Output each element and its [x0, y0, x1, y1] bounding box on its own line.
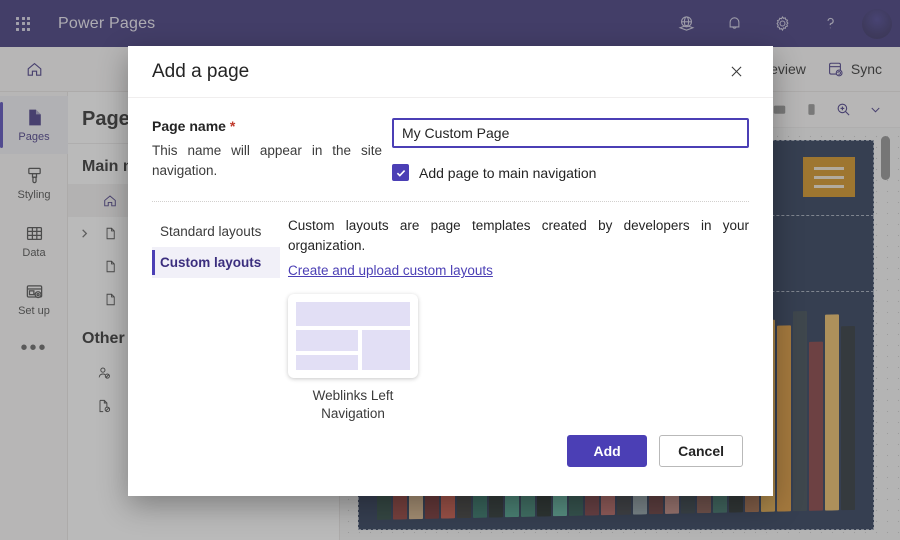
add-to-navigation-label: Add page to main navigation	[419, 164, 597, 181]
layout-card-weblinks-left-navigation[interactable]: Weblinks Left Navigation	[288, 294, 418, 423]
add-page-dialog: Add a page Page name * This name will ap…	[128, 46, 773, 496]
page-name-help-text: This name will appear in the site naviga…	[152, 143, 382, 178]
create-upload-custom-layouts-link[interactable]: Create and upload custom layouts	[288, 263, 493, 278]
close-icon[interactable]	[721, 57, 751, 87]
required-mark: *	[229, 118, 236, 134]
layout-thumbnail-icon	[288, 294, 418, 378]
layout-description: Custom layouts are page templates create…	[288, 218, 749, 253]
page-name-label: Page name *	[152, 118, 382, 134]
layout-card-list: Weblinks Left Navigation	[288, 294, 749, 423]
page-name-label-text: Page name	[152, 118, 226, 134]
dialog-header: Add a page	[128, 46, 773, 98]
page-name-field-group: Add page to main navigation	[392, 118, 749, 181]
page-name-input[interactable]	[392, 118, 749, 148]
add-button[interactable]: Add	[567, 435, 648, 467]
dialog-title: Add a page	[152, 60, 250, 82]
dialog-footer: Add Cancel	[128, 424, 773, 496]
cancel-button[interactable]: Cancel	[659, 435, 743, 467]
page-name-row: Page name * This name will appear in the…	[152, 118, 749, 181]
add-to-navigation-checkbox[interactable]	[392, 164, 409, 181]
dialog-body: Page name * This name will appear in the…	[128, 98, 773, 424]
page-name-label-group: Page name * This name will appear in the…	[152, 118, 392, 181]
app-root: Power Pages review Sync Pages Styling Da…	[0, 0, 900, 540]
layout-tabs: Standard layouts Custom layouts	[152, 216, 280, 423]
tab-custom-layouts[interactable]: Custom layouts	[152, 247, 280, 278]
layout-card-label: Weblinks Left Navigation	[312, 388, 394, 421]
add-to-navigation-checkbox-row[interactable]: Add page to main navigation	[392, 164, 749, 181]
layout-pane: Custom layouts are page templates create…	[280, 216, 749, 423]
layouts-section: Standard layouts Custom layouts Custom l…	[152, 216, 749, 423]
section-divider	[152, 201, 749, 202]
tab-standard-layouts[interactable]: Standard layouts	[152, 216, 280, 247]
